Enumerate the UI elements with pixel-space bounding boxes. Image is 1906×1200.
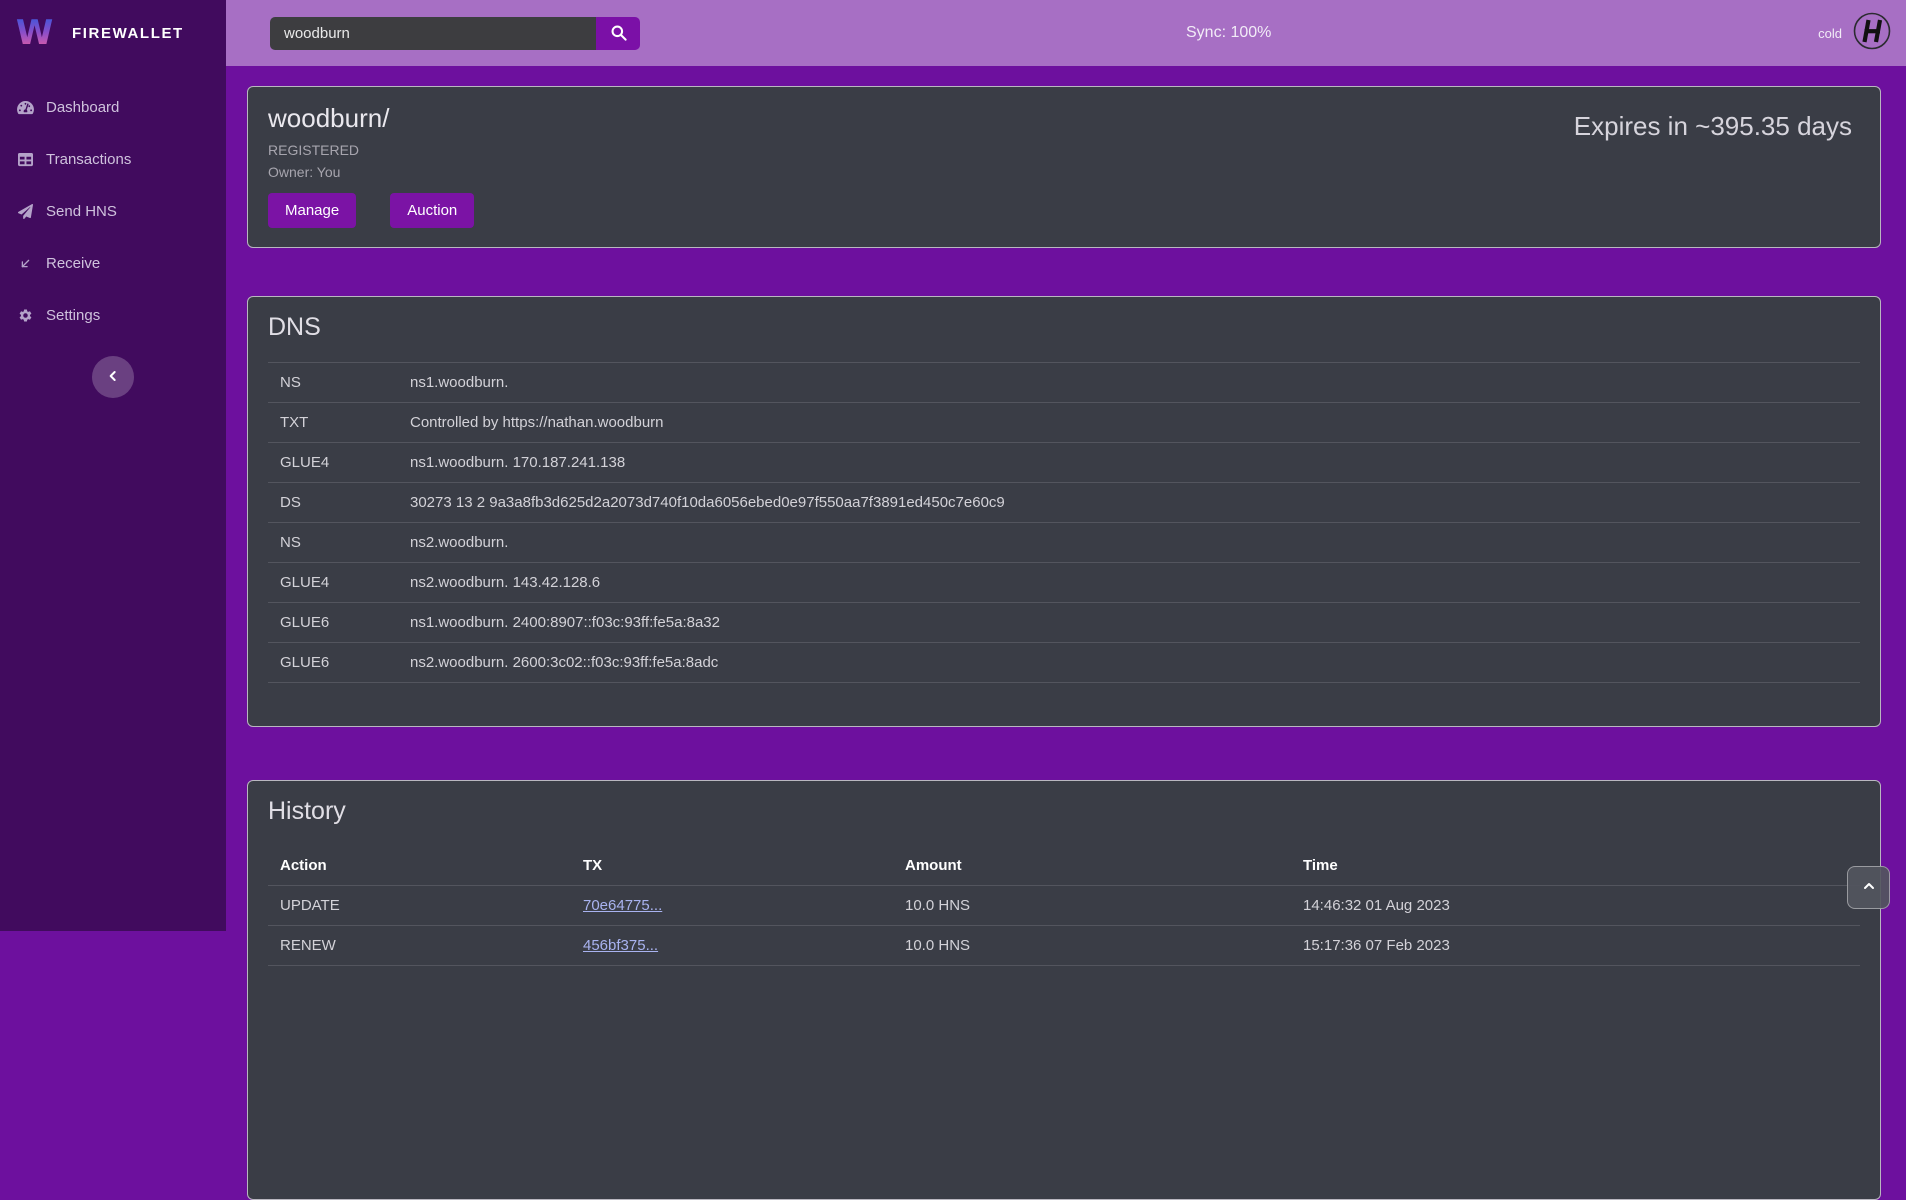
domain-title: woodburn/ — [268, 103, 474, 134]
domain-owner: Owner: You — [268, 164, 474, 180]
history-card: History Action TX Amount Time UPDATE 70e… — [247, 780, 1881, 1200]
history-time: 14:46:32 01 Aug 2023 — [1291, 886, 1860, 926]
tx-link[interactable]: 70e64775... — [583, 897, 662, 914]
dns-record-type: GLUE6 — [268, 643, 398, 683]
dashboard-icon — [16, 99, 35, 116]
dns-record-type: GLUE4 — [268, 443, 398, 483]
history-table: Action TX Amount Time UPDATE 70e64775...… — [268, 846, 1860, 966]
history-row: UPDATE 70e64775... 10.0 HNS 14:46:32 01 … — [268, 886, 1860, 926]
paper-plane-icon — [16, 203, 35, 220]
history-amount: 10.0 HNS — [893, 886, 1291, 926]
history-col-time: Time — [1291, 846, 1860, 886]
dns-record-type: NS — [268, 363, 398, 403]
auction-button[interactable]: Auction — [390, 193, 474, 228]
history-time: 15:17:36 07 Feb 2023 — [1291, 926, 1860, 966]
search-group — [270, 17, 640, 50]
history-col-tx: TX — [571, 846, 893, 886]
svg-text:W: W — [16, 12, 53, 49]
sidebar-item-receive[interactable]: Receive — [0, 252, 226, 274]
dns-table: NSns1.woodburn. TXTControlled by https:/… — [268, 362, 1860, 683]
history-amount: 10.0 HNS — [893, 926, 1291, 966]
dns-record-value: ns2.woodburn. 143.42.128.6 — [398, 563, 1860, 603]
history-header-row: Action TX Amount Time — [268, 846, 1860, 886]
sidebar-item-label: Receive — [46, 255, 100, 272]
sync-status: Sync: 100% — [1186, 0, 1271, 66]
dns-record-value: ns1.woodburn. 2400:8907::f03c:93ff:fe5a:… — [398, 603, 1860, 643]
dns-record-type: NS — [268, 523, 398, 563]
dns-record-type: DS — [268, 483, 398, 523]
dns-record-value: ns1.woodburn. 170.187.241.138 — [398, 443, 1860, 483]
app-logo: W FIREWALLET — [0, 0, 226, 66]
dns-record-value: ns1.woodburn. — [398, 363, 1860, 403]
history-row: RENEW 456bf375... 10.0 HNS 15:17:36 07 F… — [268, 926, 1860, 966]
wallet-selector[interactable]: cold — [1818, 0, 1892, 66]
domain-card: woodburn/ REGISTERED Owner: You Manage A… — [247, 86, 1881, 248]
sidebar-item-transactions[interactable]: Transactions — [0, 148, 226, 170]
domain-status: REGISTERED — [268, 142, 474, 158]
dns-record-row: GLUE4ns1.woodburn. 170.187.241.138 — [268, 443, 1860, 483]
chevron-up-icon — [1861, 878, 1877, 897]
dns-record-row: TXTControlled by https://nathan.woodburn — [268, 403, 1860, 443]
sidebar: W FIREWALLET Dashboard Transactions Send… — [0, 0, 226, 931]
domain-info: woodburn/ REGISTERED Owner: You Manage A… — [268, 103, 474, 228]
dns-record-type: TXT — [268, 403, 398, 443]
search-input[interactable] — [270, 17, 596, 50]
gear-icon — [16, 307, 35, 324]
history-action: UPDATE — [268, 886, 571, 926]
history-action: RENEW — [268, 926, 571, 966]
expires-label: Expires in ~395.35 days — [1574, 111, 1852, 142]
dns-record-value: Controlled by https://nathan.woodburn — [398, 403, 1860, 443]
manage-button[interactable]: Manage — [268, 193, 356, 228]
dns-record-row: GLUE4ns2.woodburn. 143.42.128.6 — [268, 563, 1860, 603]
sidebar-item-label: Dashboard — [46, 99, 119, 116]
scroll-to-top-button[interactable] — [1847, 866, 1890, 909]
history-col-amount: Amount — [893, 846, 1291, 886]
dns-card: DNS NSns1.woodburn. TXTControlled by htt… — [247, 296, 1881, 727]
sidebar-item-label: Settings — [46, 307, 100, 324]
dns-record-type: GLUE6 — [268, 603, 398, 643]
wallet-name: cold — [1818, 26, 1842, 41]
sidebar-collapse-button[interactable] — [92, 356, 134, 398]
history-col-action: Action — [268, 846, 571, 886]
dns-record-row: GLUE6ns1.woodburn. 2400:8907::f03c:93ff:… — [268, 603, 1860, 643]
sidebar-item-dashboard[interactable]: Dashboard — [0, 96, 226, 118]
topbar: Sync: 100% cold — [226, 0, 1906, 66]
firewallet-w-logo-icon: W — [15, 12, 59, 55]
chevron-left-icon — [105, 368, 121, 387]
sidebar-item-settings[interactable]: Settings — [0, 304, 226, 326]
dns-record-type: GLUE4 — [268, 563, 398, 603]
sidebar-item-label: Send HNS — [46, 203, 117, 220]
dns-record-row: GLUE6ns2.woodburn. 2600:3c02::f03c:93ff:… — [268, 643, 1860, 683]
tx-link[interactable]: 456bf375... — [583, 937, 658, 954]
dns-record-value: ns2.woodburn. — [398, 523, 1860, 563]
search-button[interactable] — [596, 17, 640, 50]
history-title: History — [268, 797, 1860, 826]
dns-record-row: NSns1.woodburn. — [268, 363, 1860, 403]
dns-record-value: 30273 13 2 9a3a8fb3d625d2a2073d740f10da6… — [398, 483, 1860, 523]
handshake-logo-icon — [1852, 11, 1892, 56]
dns-record-value: ns2.woodburn. 2600:3c02::f03c:93ff:fe5a:… — [398, 643, 1860, 683]
table-icon — [16, 151, 35, 168]
sidebar-nav: Dashboard Transactions Send HNS Receive … — [0, 66, 226, 398]
sidebar-item-label: Transactions — [46, 151, 131, 168]
dns-record-row: NSns2.woodburn. — [268, 523, 1860, 563]
arrow-down-left-icon — [16, 255, 35, 272]
app-title: FIREWALLET — [72, 25, 184, 42]
dns-title: DNS — [268, 313, 1860, 342]
dns-record-row: DS30273 13 2 9a3a8fb3d625d2a2073d740f10d… — [268, 483, 1860, 523]
search-icon — [609, 23, 628, 45]
sidebar-item-send-hns[interactable]: Send HNS — [0, 200, 226, 222]
